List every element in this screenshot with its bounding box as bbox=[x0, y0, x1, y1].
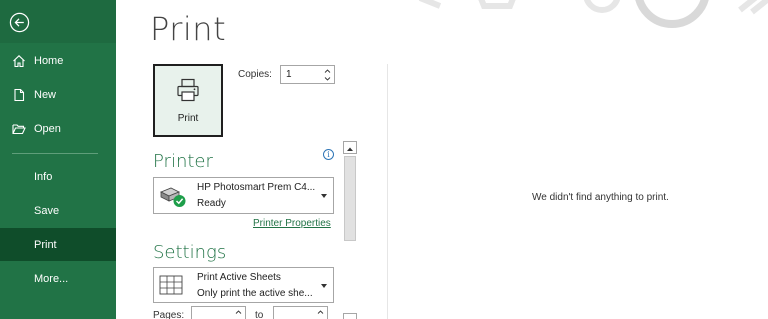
sidebar-item-label: Open bbox=[34, 122, 61, 135]
open-folder-icon bbox=[12, 123, 26, 134]
triangle-up-icon bbox=[347, 147, 353, 151]
copies-stepper[interactable]: 1 bbox=[280, 65, 335, 84]
info-icon[interactable]: i bbox=[323, 149, 334, 160]
printer-properties-link[interactable]: Printer Properties bbox=[253, 218, 331, 229]
header-decoration bbox=[418, 0, 768, 28]
scroll-up-button[interactable] bbox=[343, 141, 357, 154]
sidebar-item-info[interactable]: Info bbox=[0, 160, 116, 193]
chevron-down-icon bbox=[321, 284, 327, 288]
backstage-sidebar: Home New Open Info Save Print More... bbox=[0, 0, 116, 319]
printer-dropdown[interactable]: HP Photosmart Prem C4... Ready bbox=[153, 177, 334, 214]
print-option-title: Print Active Sheets bbox=[197, 272, 281, 283]
pages-to-label: to bbox=[255, 310, 264, 319]
home-icon bbox=[13, 54, 25, 67]
sidebar-item-open[interactable]: Open bbox=[0, 112, 116, 145]
printer-status: Ready bbox=[197, 198, 226, 209]
chevron-up-icon[interactable] bbox=[316, 308, 325, 316]
sidebar-item-label: Home bbox=[34, 54, 64, 67]
sidebar-divider bbox=[12, 153, 98, 154]
pages-from-stepper[interactable] bbox=[191, 306, 246, 319]
sidebar-item-label: Info bbox=[34, 170, 53, 183]
chevron-down-icon[interactable] bbox=[323, 75, 332, 83]
page-title: Print bbox=[150, 10, 227, 48]
printer-heading: Printer bbox=[153, 151, 213, 172]
back-row bbox=[0, 0, 116, 43]
sidebar-item-label: Print bbox=[34, 238, 57, 251]
sidebar-item-new[interactable]: New bbox=[0, 78, 116, 111]
sidebar-item-home[interactable]: Home bbox=[0, 44, 116, 77]
new-document-icon bbox=[14, 88, 25, 101]
settings-heading: Settings bbox=[153, 242, 227, 263]
copies-label: Copies: bbox=[238, 69, 272, 80]
printer-ready-icon bbox=[160, 187, 186, 207]
sidebar-item-more[interactable]: More... bbox=[0, 262, 116, 295]
pages-to-stepper[interactable] bbox=[273, 306, 328, 319]
print-option-desc: Only print the active she... bbox=[197, 288, 313, 299]
preview-empty-message: We didn't find anything to print. bbox=[532, 192, 669, 203]
sidebar-item-label: Save bbox=[34, 204, 60, 217]
printer-icon bbox=[177, 78, 199, 102]
pages-label: Pages: bbox=[153, 310, 185, 319]
chevron-up-icon[interactable] bbox=[234, 308, 243, 316]
print-button-label: Print bbox=[177, 113, 199, 124]
copies-value: 1 bbox=[286, 69, 292, 80]
settings-scrollbar[interactable] bbox=[343, 141, 357, 319]
scrollbar-thumb[interactable] bbox=[344, 156, 356, 241]
sidebar-item-print[interactable]: Print bbox=[0, 228, 116, 261]
chevron-up-icon[interactable] bbox=[323, 67, 332, 75]
preview-divider bbox=[387, 64, 388, 319]
sidebar-item-save[interactable]: Save bbox=[0, 194, 116, 227]
chevron-down-icon bbox=[321, 194, 327, 198]
sidebar-item-label: New bbox=[34, 88, 57, 101]
sidebar-item-label: More... bbox=[34, 272, 69, 285]
sheet-grid-icon bbox=[159, 275, 183, 295]
scroll-down-button[interactable] bbox=[343, 313, 357, 319]
back-arrow-icon[interactable] bbox=[9, 12, 30, 33]
print-button[interactable]: Print bbox=[153, 64, 223, 137]
printer-name: HP Photosmart Prem C4... bbox=[197, 182, 316, 193]
print-what-dropdown[interactable]: Print Active Sheets Only print the activ… bbox=[153, 267, 334, 303]
